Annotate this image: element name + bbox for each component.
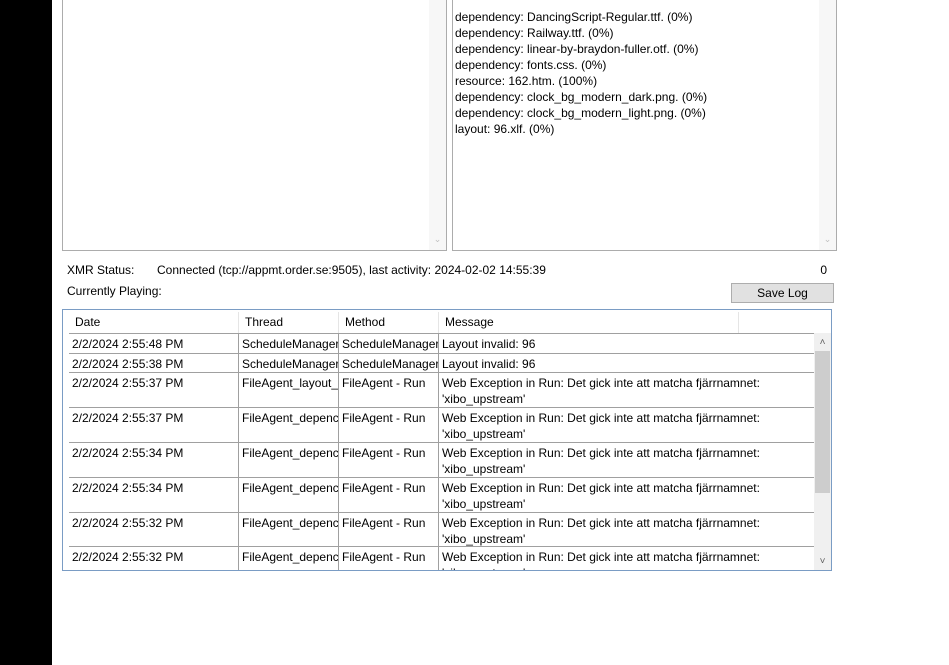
cell-message: Web Exception in Run: Det gick inte att …: [439, 478, 817, 512]
required-files-list: . dependency: DancingScript-Regular.ttf.…: [455, 0, 816, 137]
chevron-up-icon[interactable]: ˄: [814, 337, 831, 349]
chevron-down-icon[interactable]: ˅: [814, 556, 831, 568]
column-header-thread[interactable]: Thread: [239, 312, 339, 333]
cell-thread: FileAgent_depenc: [239, 443, 339, 477]
cell-date: 2/2/2024 2:55:48 PM: [69, 334, 239, 353]
left-list-panel[interactable]: ⌄: [62, 0, 447, 251]
chevron-down-icon[interactable]: ⌄: [433, 235, 442, 244]
scrollbar-thumb[interactable]: [815, 351, 830, 493]
list-item: resource: 162.htm. (100%): [455, 74, 598, 88]
list-item: dependency: clock_bg_modern_light.png. (…: [455, 106, 706, 120]
cell-method: FileAgent - Run: [339, 408, 439, 442]
cell-method: ScheduleManager: [339, 334, 439, 353]
chevron-down-icon[interactable]: ⌄: [823, 235, 832, 244]
cell-date: 2/2/2024 2:55:34 PM: [69, 478, 239, 512]
cell-message: Layout invalid: 96: [439, 334, 817, 353]
cell-thread: ScheduleManager: [239, 334, 339, 353]
column-header-method[interactable]: Method: [339, 312, 439, 333]
list-item: layout: 96.xlf. (0%): [455, 122, 555, 136]
list-item: dependency: DancingScript-Regular.ttf. (…: [455, 10, 693, 24]
table-row[interactable]: 2/2/2024 2:55:32 PM FileAgent_depenc Fil…: [69, 546, 817, 570]
cell-message: Web Exception in Run: Det gick inte att …: [439, 547, 817, 570]
table-row[interactable]: 2/2/2024 2:55:34 PM FileAgent_depenc Fil…: [69, 442, 817, 477]
cell-thread: ScheduleManager: [239, 354, 339, 372]
save-log-button[interactable]: Save Log: [731, 283, 834, 303]
cell-thread: FileAgent_depenc: [239, 547, 339, 570]
column-header-date[interactable]: Date: [69, 312, 239, 333]
cell-message: Web Exception in Run: Det gick inte att …: [439, 443, 817, 477]
cell-method: FileAgent - Run: [339, 513, 439, 546]
table-row[interactable]: 2/2/2024 2:55:37 PM FileAgent_layout_ Fi…: [69, 372, 817, 407]
cell-message: Layout invalid: 96: [439, 354, 817, 372]
log-grid-header: Date Thread Method Message: [69, 312, 818, 333]
list-item: dependency: linear-by-braydon-fuller.otf…: [455, 42, 699, 56]
xmr-status-row: XMR Status: Connected (tcp://appmt.order…: [67, 262, 827, 278]
cell-message: Web Exception in Run: Det gick inte att …: [439, 408, 817, 442]
table-row[interactable]: 2/2/2024 2:55:48 PM ScheduleManager Sche…: [69, 333, 817, 353]
status-count: 0: [820, 263, 827, 277]
xmr-status-label: XMR Status:: [67, 263, 135, 277]
table-row[interactable]: 2/2/2024 2:55:34 PM FileAgent_depenc Fil…: [69, 477, 817, 512]
table-row[interactable]: 2/2/2024 2:55:32 PM FileAgent_depenc Fil…: [69, 512, 817, 546]
left-panel-scrollbar[interactable]: ⌄: [429, 0, 446, 250]
cell-thread: FileAgent_depenc: [239, 478, 339, 512]
cell-method: FileAgent - Run: [339, 547, 439, 570]
list-item: dependency: fonts.css. (0%): [455, 58, 607, 72]
table-row[interactable]: 2/2/2024 2:55:38 PM ScheduleManager Sche…: [69, 353, 817, 372]
cell-date: 2/2/2024 2:55:32 PM: [69, 513, 239, 546]
log-grid-scrollbar[interactable]: ˄ ˅: [814, 333, 831, 570]
cell-method: FileAgent - Run: [339, 443, 439, 477]
cell-thread: FileAgent_depenc: [239, 513, 339, 546]
list-item: dependency: clock_bg_modern_dark.png. (0…: [455, 90, 708, 104]
cell-method: ScheduleManager: [339, 354, 439, 372]
cell-message: Web Exception in Run: Det gick inte att …: [439, 513, 817, 546]
cell-date: 2/2/2024 2:55:38 PM: [69, 354, 239, 372]
cell-date: 2/2/2024 2:55:37 PM: [69, 408, 239, 442]
files-panel-scrollbar[interactable]: ⌄: [819, 0, 836, 250]
column-header-message[interactable]: Message: [439, 312, 739, 333]
cell-date: 2/2/2024 2:55:37 PM: [69, 373, 239, 407]
cell-thread: FileAgent_depenc: [239, 408, 339, 442]
window-left-edge: [0, 0, 52, 665]
cell-date: 2/2/2024 2:55:32 PM: [69, 547, 239, 570]
required-files-panel[interactable]: . dependency: DancingScript-Regular.ttf.…: [452, 0, 837, 251]
xmr-status-value: Connected (tcp://appmt.order.se:9505), l…: [157, 263, 546, 277]
table-row[interactable]: 2/2/2024 2:55:37 PM FileAgent_depenc Fil…: [69, 407, 817, 442]
list-item: .: [455, 0, 816, 9]
list-item: dependency: Railway.ttf. (0%): [455, 26, 614, 40]
cell-date: 2/2/2024 2:55:34 PM: [69, 443, 239, 477]
cell-method: FileAgent - Run: [339, 373, 439, 407]
currently-playing-label: Currently Playing:: [67, 284, 162, 298]
cell-message: Web Exception in Run: Det gick inte att …: [439, 373, 817, 407]
cell-method: FileAgent - Run: [339, 478, 439, 512]
log-grid[interactable]: Date Thread Method Message 2/2/2024 2:55…: [62, 309, 832, 571]
cell-thread: FileAgent_layout_: [239, 373, 339, 407]
